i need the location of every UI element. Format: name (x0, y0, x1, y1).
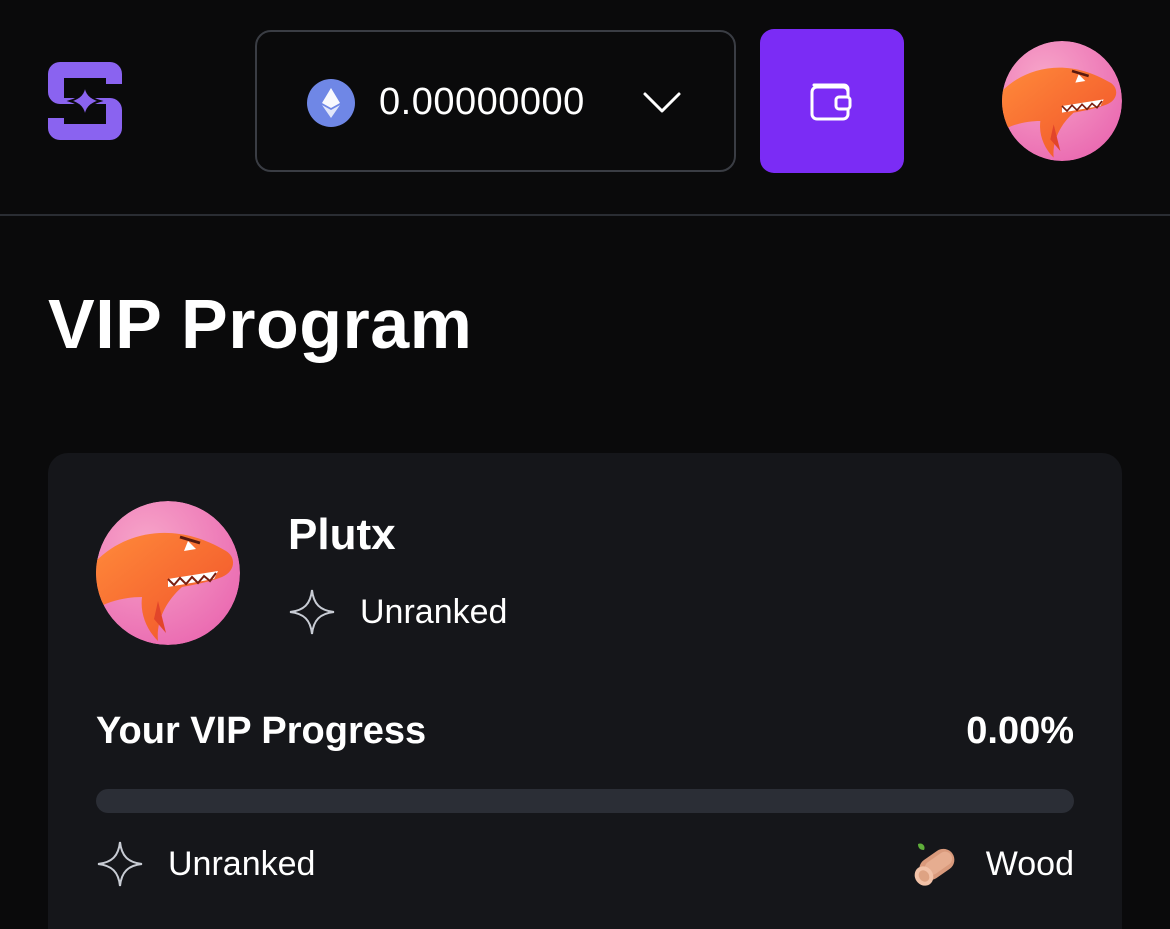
balance-selector[interactable]: 0.00000000 (255, 30, 736, 172)
progress-percentage: 0.00% (966, 710, 1074, 752)
wood-log-icon (914, 843, 955, 886)
tier-from: Unranked (96, 839, 315, 889)
tier-to-label: Wood (985, 845, 1074, 883)
page-title: VIP Program (48, 285, 473, 363)
ethereum-icon (307, 79, 355, 127)
page: 0.00000000 VIP Program Plutx Unranked Yo… (0, 0, 1170, 929)
user-avatar[interactable] (1002, 41, 1122, 161)
star-outline-icon (289, 589, 335, 635)
tier-from-label: Unranked (168, 845, 316, 883)
wallet-button[interactable] (760, 29, 904, 173)
star-outline-icon (97, 841, 143, 887)
balance-value: 0.00000000 (379, 81, 585, 123)
top-header: 0.00000000 (0, 0, 1170, 216)
progress-label: Your VIP Progress (96, 710, 427, 752)
brand-logo-icon[interactable] (46, 58, 124, 144)
current-rank-label: Unranked (360, 593, 508, 631)
progress-bar (96, 789, 1074, 813)
username: Plutx (288, 510, 396, 559)
tier-to: Wood (910, 839, 1074, 889)
wallet-icon (810, 83, 852, 121)
vip-card: Plutx Unranked Your VIP Progress 0.00% U… (48, 453, 1122, 929)
profile-avatar (96, 501, 240, 645)
chevron-down-icon[interactable] (641, 82, 683, 124)
current-rank: Unranked (288, 587, 507, 637)
